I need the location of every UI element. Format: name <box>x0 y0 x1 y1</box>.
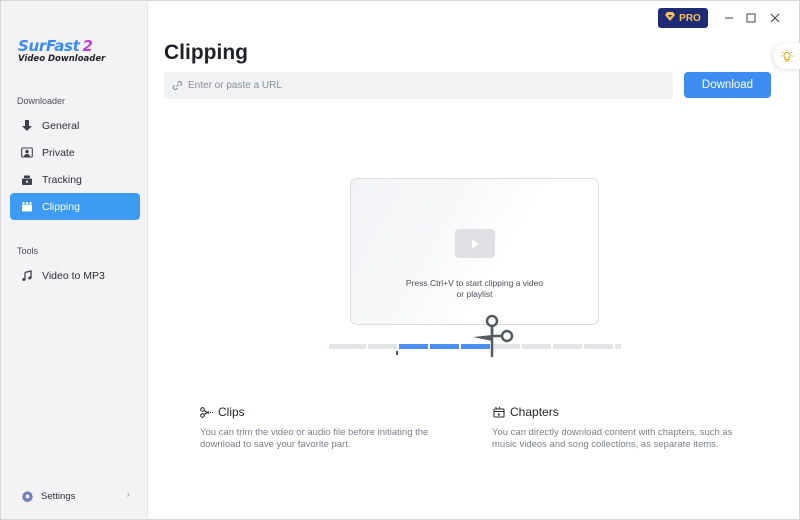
scissors-illustration-icon <box>471 313 517 364</box>
scissors-icon <box>200 406 213 419</box>
sidebar-item-private[interactable]: Private <box>10 139 140 166</box>
sidebar-item-label: Private <box>42 146 75 159</box>
section-label-tools: Tools <box>17 246 39 256</box>
paste-hint: Press Ctrl+V to start clipping a video o… <box>351 278 598 300</box>
pro-upgrade-button[interactable]: PRO <box>658 8 708 28</box>
diamond-icon <box>665 12 676 24</box>
close-icon <box>770 13 780 23</box>
section-label-downloader: Downloader <box>17 96 66 106</box>
clipping-icon <box>21 201 33 213</box>
timeline-segment <box>615 344 621 349</box>
url-input-container <box>164 72 673 99</box>
download-arrow-icon <box>21 119 33 132</box>
tracking-icon <box>21 174 33 186</box>
feature-desc-line1: You can directly download content with c… <box>492 427 733 438</box>
timeline-segment <box>584 344 613 349</box>
timeline-segment-selected <box>399 344 428 349</box>
timeline-segment <box>329 344 366 349</box>
paste-hint-line1: Press Ctrl+V to start clipping a video <box>405 278 544 288</box>
timeline-segment <box>368 344 397 349</box>
sidebar: SurFast 2 Video Downloader Downloader Gen… <box>1 1 148 519</box>
app-logo: SurFast 2 Video Downloader <box>18 37 105 64</box>
sidebar-item-video-to-mp3[interactable]: Video to MP3 <box>10 262 140 289</box>
link-icon <box>172 81 183 90</box>
sidebar-item-clipping[interactable]: Clipping <box>10 193 140 220</box>
chapters-icon <box>492 406 505 419</box>
maximize-icon <box>746 13 756 23</box>
timeline-start-marker <box>396 351 399 355</box>
pro-label: PRO <box>679 12 701 24</box>
chevron-right-icon: › <box>126 489 130 500</box>
maximize-button[interactable] <box>743 10 759 26</box>
tips-button[interactable] <box>773 43 800 69</box>
paste-hint-line2: or playlist <box>456 289 493 299</box>
close-button[interactable] <box>767 10 783 26</box>
settings-button[interactable]: Settings › <box>21 487 133 505</box>
gear-icon <box>21 490 34 503</box>
url-input[interactable] <box>188 80 658 91</box>
feature-clips: Clips You can trim the video or audio fi… <box>200 405 428 451</box>
minimize-button[interactable] <box>721 10 737 26</box>
feature-title: Chapters <box>510 405 559 419</box>
logo-subtitle: Video Downloader <box>18 54 106 64</box>
feature-desc-line1: You can trim the video or audio file bef… <box>200 427 429 438</box>
lightbulb-icon <box>781 49 793 62</box>
sidebar-item-label: Video to MP3 <box>42 269 105 282</box>
app-window: SurFast 2 Video Downloader Downloader Gen… <box>0 0 800 520</box>
private-user-icon <box>21 146 33 159</box>
play-icon <box>455 229 495 258</box>
logo-version: 2 <box>82 37 93 55</box>
timeline-segment <box>553 344 582 349</box>
paste-drop-area[interactable]: Press Ctrl+V to start clipping a video o… <box>350 178 599 325</box>
sidebar-item-label: Clipping <box>42 200 80 213</box>
feature-chapters: Chapters You can directly download conte… <box>492 405 732 451</box>
feature-desc-line2: download to save your favorite part. <box>200 439 351 450</box>
settings-label: Settings <box>41 490 76 502</box>
sidebar-item-label: General <box>42 119 80 132</box>
sidebar-item-label: Tracking <box>42 173 82 186</box>
feature-title: Clips <box>218 405 245 419</box>
sidebar-item-tracking[interactable]: Tracking <box>10 166 140 193</box>
page-title: Clipping <box>164 41 248 64</box>
timeline-segment <box>522 344 551 349</box>
sidebar-item-general[interactable]: General <box>10 112 140 139</box>
feature-desc-line2: music videos and song collections, as se… <box>492 439 719 450</box>
minimize-icon <box>725 17 733 19</box>
timeline-segment-selected <box>430 344 459 349</box>
download-button[interactable]: Download <box>684 72 771 98</box>
music-note-icon <box>21 269 33 282</box>
logo-name: SurFast <box>18 37 80 55</box>
